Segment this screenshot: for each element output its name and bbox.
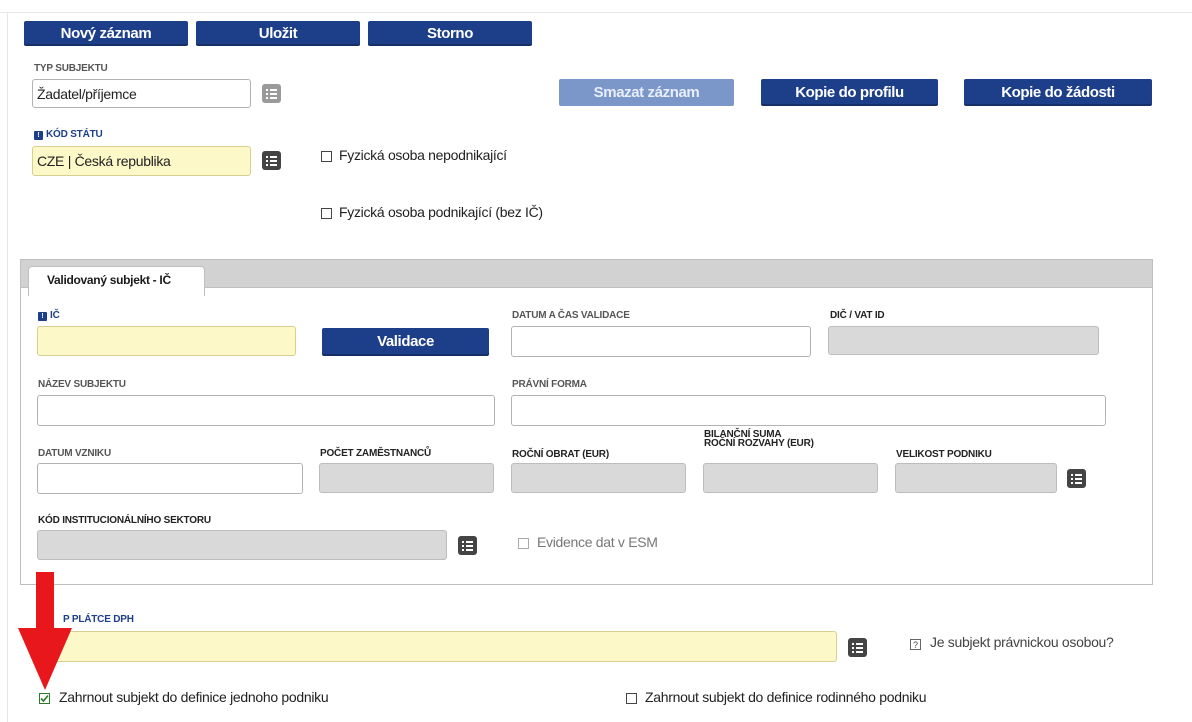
legal-person-question: Je subjekt právnickou osobou? bbox=[930, 634, 1114, 650]
dic-field bbox=[828, 326, 1099, 355]
family-enterprise-checkbox[interactable] bbox=[626, 693, 637, 704]
single-enterprise-label: Zahrnout subjekt do definice jednoho pod… bbox=[59, 689, 329, 705]
country-code-list-icon[interactable] bbox=[262, 151, 281, 170]
validation-datetime-field[interactable] bbox=[511, 326, 811, 357]
vat-payer-field[interactable] bbox=[39, 631, 837, 662]
sector-code-list-icon[interactable] bbox=[458, 536, 477, 555]
required-icon: ! bbox=[34, 131, 43, 140]
copy-to-profile-button[interactable]: Kopie do profilu bbox=[761, 79, 938, 106]
founding-date-field[interactable] bbox=[37, 463, 303, 494]
balance-sheet-field bbox=[703, 463, 878, 493]
employee-count-label: POČET ZAMĚSTNANCŮ bbox=[320, 448, 432, 459]
new-record-button[interactable]: Nový záznam bbox=[24, 21, 188, 46]
legal-form-field[interactable] bbox=[511, 395, 1106, 426]
natural-person-business-checkbox[interactable] bbox=[321, 208, 332, 219]
vat-payer-list-icon[interactable] bbox=[848, 638, 867, 657]
top-divider bbox=[0, 12, 1192, 13]
annual-turnover-label: ROČNÍ OBRAT (EUR) bbox=[512, 449, 609, 460]
cancel-button[interactable]: Storno bbox=[368, 21, 532, 46]
country-code-field[interactable]: CZE | Česká republika bbox=[32, 146, 251, 176]
sector-code-label: KÓD INSTITUCIONÁLNÍHO SEKTORU bbox=[38, 515, 211, 526]
ic-input[interactable] bbox=[37, 326, 296, 356]
company-size-field bbox=[895, 463, 1057, 493]
red-arrow-annotation bbox=[18, 572, 72, 690]
copy-to-request-button[interactable]: Kopie do žádosti bbox=[964, 79, 1152, 106]
natural-person-business-label: Fyzická osoba podnikající (bez IČ) bbox=[339, 204, 543, 220]
delete-record-button[interactable]: Smazat záznam bbox=[559, 79, 734, 106]
validation-datetime-label: DATUM A ČAS VALIDACE bbox=[512, 310, 630, 321]
natural-person-non-business-checkbox[interactable] bbox=[321, 151, 332, 162]
subject-name-field[interactable] bbox=[37, 395, 495, 426]
save-button[interactable]: Uložit bbox=[196, 21, 360, 46]
required-icon: ! bbox=[38, 312, 47, 321]
balance-sheet-label-line2: ROČNÍ ROZVAHY (EUR) bbox=[704, 438, 814, 449]
country-code-label: ! KÓD STÁTU bbox=[34, 129, 103, 140]
esm-label: Evidence dat v ESM bbox=[537, 534, 658, 550]
annual-turnover-field bbox=[511, 463, 686, 493]
ic-label: ! IČ bbox=[38, 310, 60, 321]
single-enterprise-checkbox[interactable] bbox=[39, 693, 50, 704]
founding-date-label: DATUM VZNIKU bbox=[38, 448, 111, 459]
company-size-label: VELIKOST PODNIKU bbox=[896, 449, 992, 460]
subject-type-list-icon[interactable] bbox=[262, 84, 281, 103]
company-size-list-icon[interactable] bbox=[1067, 469, 1086, 488]
check-icon bbox=[40, 694, 49, 703]
legal-form-label: PRÁVNÍ FORMA bbox=[512, 379, 587, 390]
question-icon[interactable]: ? bbox=[910, 639, 921, 650]
natural-person-non-business-label: Fyzická osoba nepodnikající bbox=[339, 147, 507, 163]
ic-label-text: IČ bbox=[50, 310, 60, 321]
esm-checkbox[interactable] bbox=[518, 538, 529, 549]
validate-button[interactable]: Validace bbox=[322, 328, 489, 356]
family-enterprise-label: Zahrnout subjekt do definice rodinného p… bbox=[645, 689, 927, 705]
tab-validated-subject[interactable]: Validovaný subjekt - IČ bbox=[28, 266, 205, 296]
left-divider bbox=[7, 12, 8, 722]
sector-code-field bbox=[37, 530, 447, 560]
subject-type-field[interactable]: Žadatel/příjemce bbox=[32, 79, 251, 108]
country-code-label-text: KÓD STÁTU bbox=[46, 129, 103, 140]
balance-sheet-label: BILANČNÍ SUMA ROČNÍ ROZVAHY (EUR) bbox=[704, 430, 814, 449]
subject-type-label: TYP SUBJEKTU bbox=[34, 63, 108, 74]
dic-label: DIČ / VAT ID bbox=[830, 310, 885, 321]
subject-name-label: NÁZEV SUBJEKTU bbox=[38, 379, 126, 390]
employee-count-field bbox=[319, 463, 494, 493]
